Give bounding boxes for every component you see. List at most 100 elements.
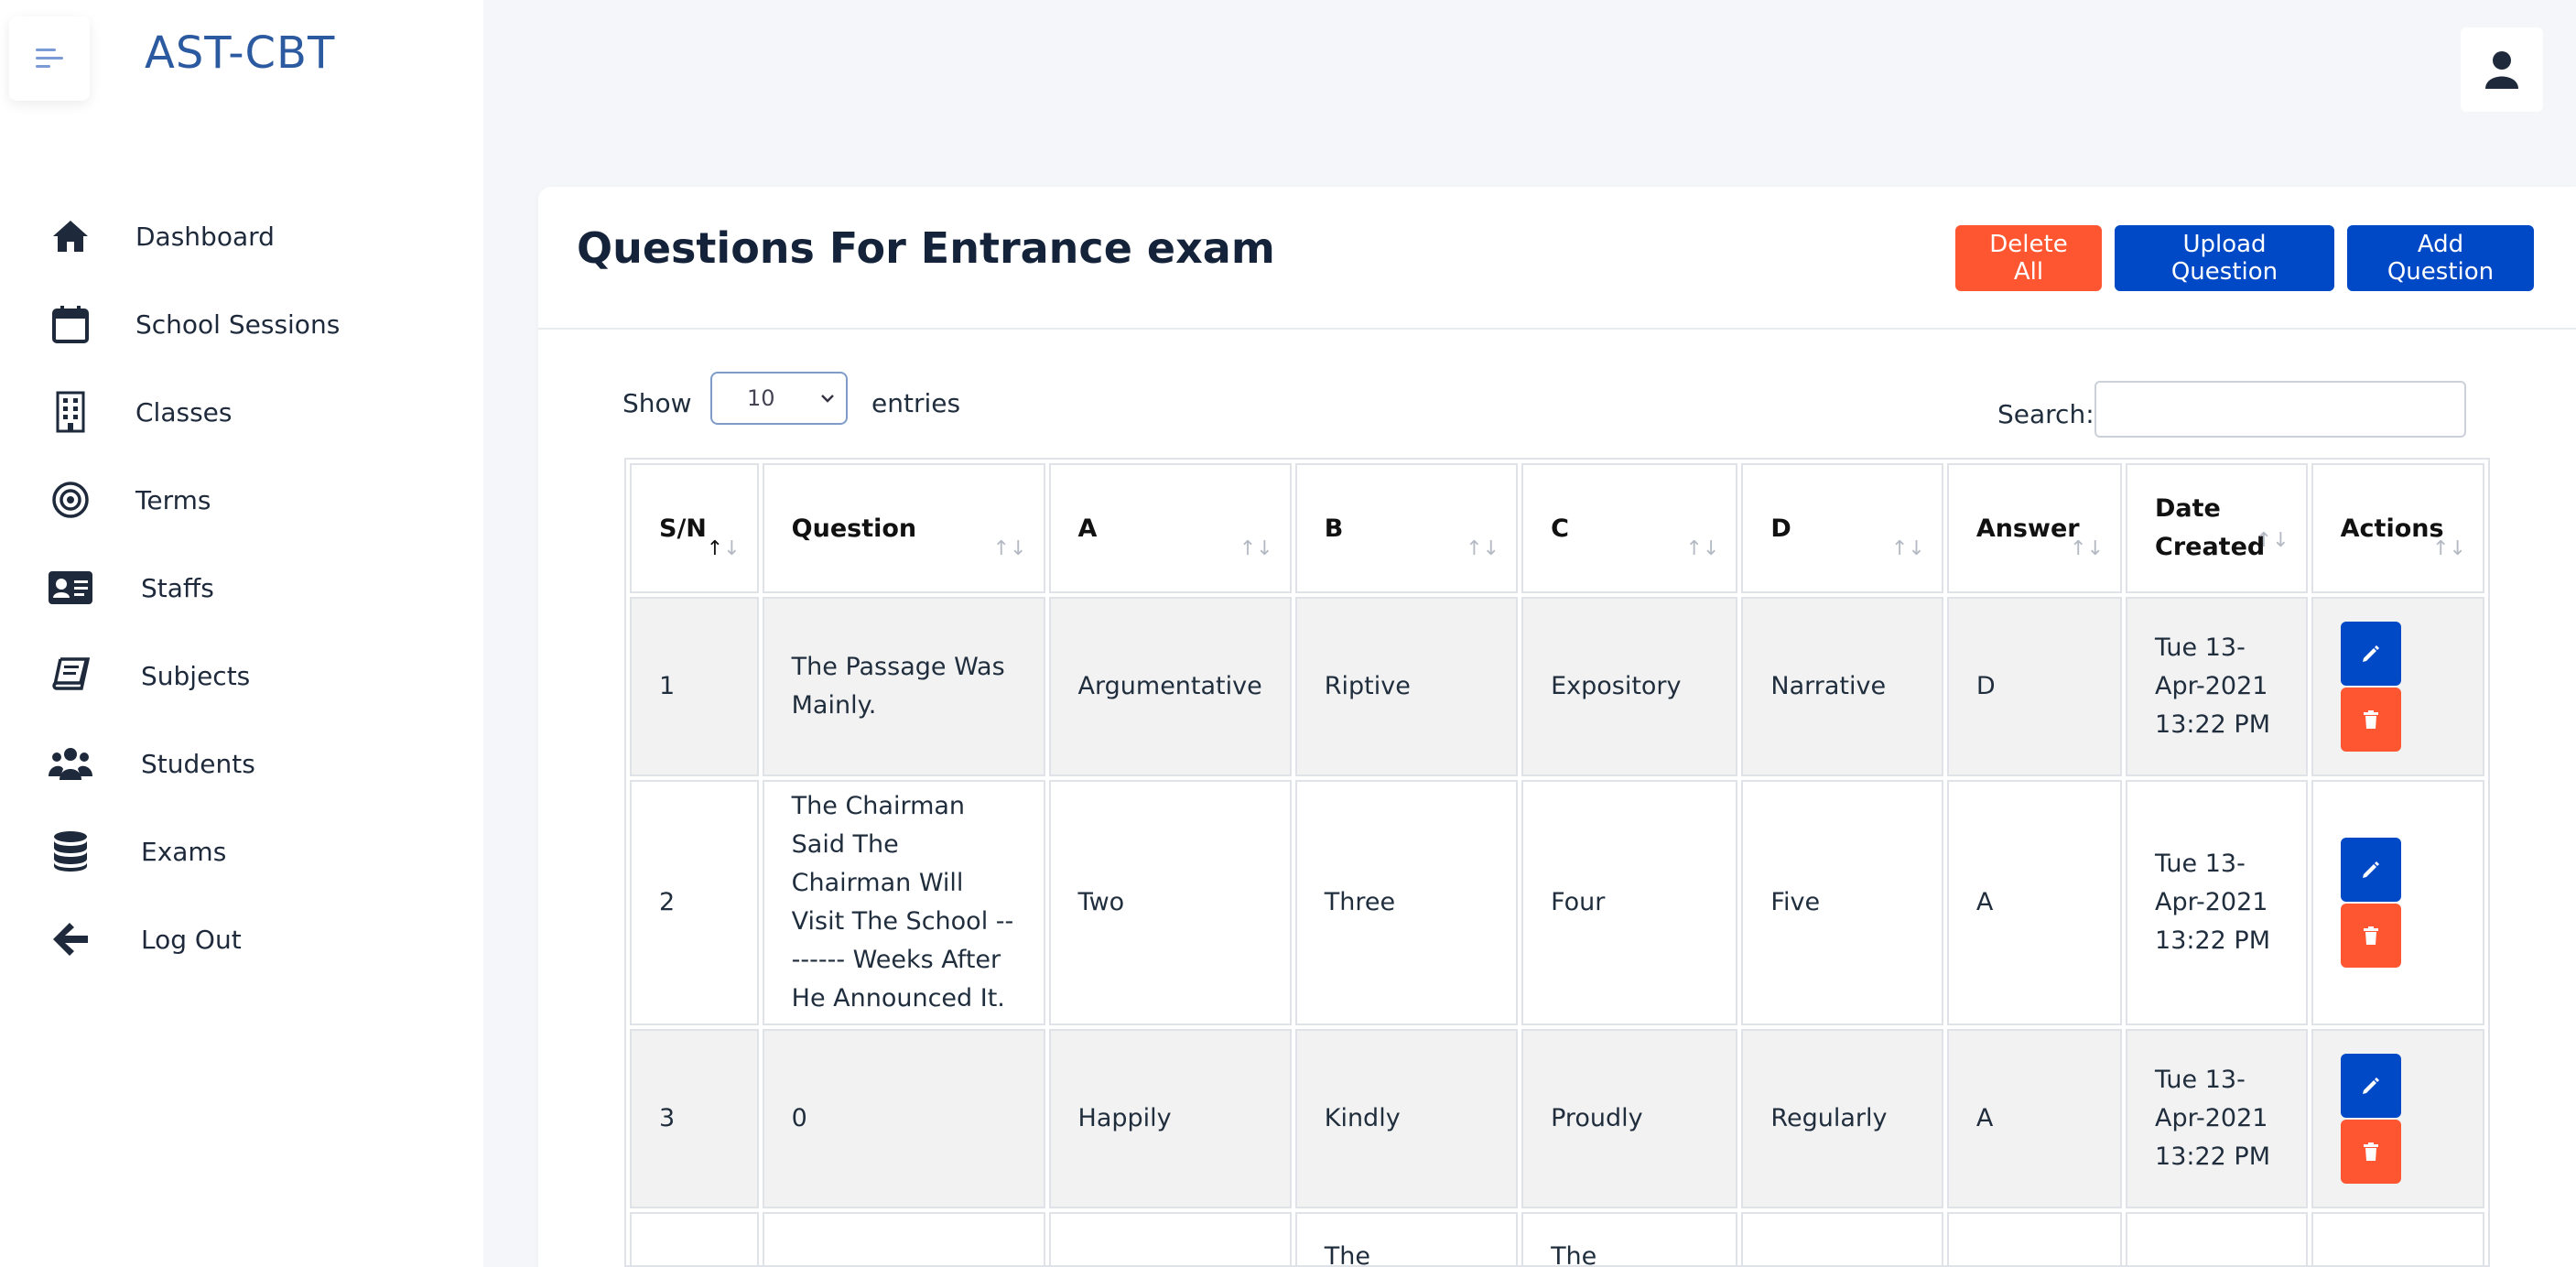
brand-title: AST-CBT (145, 27, 336, 79)
sidebar-item-dashboard[interactable]: Dashboard (0, 192, 483, 280)
column-header-b[interactable]: B ↑↓ (1294, 463, 1519, 593)
trash-icon (2363, 1142, 2378, 1161)
column-header-question[interactable]: Question ↑↓ (762, 463, 1045, 593)
user-icon (2485, 51, 2518, 89)
edit-button[interactable] (2340, 838, 2401, 902)
home-icon (48, 213, 93, 259)
search-input[interactable] (2094, 381, 2466, 438)
column-header-date-created[interactable]: Date Created ↑↓ (2126, 463, 2308, 593)
cell-date (2126, 1212, 2308, 1265)
sidebar-item-label: Students (141, 748, 255, 779)
sidebar-item-subjects[interactable]: Subjects (0, 632, 483, 720)
table-header-row: S/N ↑↓ Question ↑↓ A ↑↓ B ↑↓ C ↑↓ D ↑↓ Answer ↑… (630, 463, 2484, 593)
show-label: Show (622, 388, 692, 418)
sidebar-item-label: Terms (135, 484, 211, 515)
sidebar-item-label: Classes (135, 396, 233, 428)
sidebar: AST-CBT Dashboard School Sessions Classe… (0, 0, 483, 1267)
cell-answer: A (1946, 780, 2123, 1025)
sidebar-item-label: Dashboard (135, 221, 275, 252)
entries-select[interactable]: 10 (710, 372, 848, 425)
sidebar-item-staffs[interactable]: Staffs (0, 544, 483, 632)
edit-button[interactable] (2340, 622, 2401, 686)
column-header-a[interactable]: A ↑↓ (1048, 463, 1292, 593)
arrow-left-icon (48, 916, 93, 962)
column-header-sn[interactable]: S/N ↑↓ (630, 463, 759, 593)
cell-a (1048, 1212, 1292, 1265)
pencil-icon (2362, 861, 2379, 878)
cell-date: Tue 13-Apr-2021 13:22 PM (2126, 1029, 2308, 1208)
questions-table: S/N ↑↓ Question ↑↓ A ↑↓ B ↑↓ C ↑↓ D ↑↓ Answer ↑… (626, 460, 2488, 1265)
cell-c: Proudly (1521, 1029, 1738, 1208)
user-menu-button[interactable] (2461, 27, 2543, 112)
cell-b: Three (1294, 780, 1519, 1025)
cell-a: Two (1048, 780, 1292, 1025)
cell-answer (1946, 1212, 2123, 1265)
cell-b: Riptive (1294, 597, 1519, 776)
cell-c: Expository (1521, 597, 1738, 776)
table-row: The Chairman The (630, 1212, 2484, 1265)
delete-all-button[interactable]: Delete All (1955, 225, 2102, 291)
sort-icon: ↑↓ (992, 537, 1027, 560)
sort-icon: ↑↓ (2255, 529, 2289, 552)
target-icon (48, 477, 93, 523)
sidebar-item-label: Log Out (141, 924, 242, 955)
sidebar-item-label: Staffs (141, 572, 214, 603)
page-title: Questions For Entrance exam (577, 223, 1275, 273)
cell-sn: 3 (630, 1029, 759, 1208)
delete-button[interactable] (2340, 1120, 2401, 1184)
column-header-actions[interactable]: Actions ↑↓ (2311, 463, 2484, 593)
cell-date: Tue 13-Apr-2021 13:22 PM (2126, 597, 2308, 776)
table-row: 2 The Chairman Said The Chairman Will Vi… (630, 780, 2484, 1025)
database-icon (48, 828, 93, 874)
table-controls: Show 10 entries Search: (538, 330, 2576, 463)
cell-d: Narrative (1741, 597, 1943, 776)
search-label: Search: (1997, 399, 2094, 429)
add-question-button[interactable]: Add Question (2347, 225, 2534, 291)
cell-b: Kindly (1294, 1029, 1519, 1208)
upload-question-button[interactable]: Upload Question (2115, 225, 2334, 291)
sort-icon: ↑↓ (1685, 537, 1720, 560)
cell-c: The (1521, 1212, 1738, 1265)
trash-icon (2363, 710, 2378, 729)
cell-question: The Passage Was Mainly. (762, 597, 1045, 776)
column-header-answer[interactable]: Answer ↑↓ (1946, 463, 2123, 593)
cell-actions (2311, 1029, 2484, 1208)
menu-toggle-button[interactable] (9, 16, 90, 101)
sidebar-item-students[interactable]: Students (0, 720, 483, 807)
sidebar-item-exams[interactable]: Exams (0, 807, 483, 895)
sidebar-item-terms[interactable]: Terms (0, 456, 483, 544)
cell-sn: 2 (630, 780, 759, 1025)
cell-sn: 1 (630, 597, 759, 776)
chevron-down-icon (821, 395, 834, 403)
sort-icon: ↑↓ (2432, 537, 2466, 560)
delete-button[interactable] (2340, 904, 2401, 968)
cell-date: Tue 13-Apr-2021 13:22 PM (2126, 780, 2308, 1025)
trash-icon (2363, 926, 2378, 945)
card-header: Questions For Entrance exam Delete All U… (538, 187, 2576, 330)
id-card-icon (48, 565, 93, 611)
cell-answer: A (1946, 1029, 2123, 1208)
entries-value: 10 (747, 385, 775, 411)
sidebar-item-label: School Sessions (135, 309, 341, 340)
cell-a: Happily (1048, 1029, 1292, 1208)
edit-button[interactable] (2340, 1054, 2401, 1118)
sidebar-item-label: Exams (141, 836, 227, 867)
sort-icon: ↑↓ (1466, 537, 1500, 560)
pencil-icon (2362, 645, 2379, 662)
cell-sn (630, 1212, 759, 1265)
cell-question: 0 (762, 1029, 1045, 1208)
sidebar-item-logout[interactable]: Log Out (0, 895, 483, 983)
users-icon (48, 741, 93, 786)
menu-icon (36, 49, 63, 68)
sort-icon: ↑↓ (1890, 537, 1925, 560)
column-header-c[interactable]: C ↑↓ (1521, 463, 1738, 593)
column-header-d[interactable]: D ↑↓ (1741, 463, 1943, 593)
sidebar-item-classes[interactable]: Classes (0, 368, 483, 456)
building-icon (48, 389, 93, 435)
delete-button[interactable] (2340, 688, 2401, 752)
cell-answer: D (1946, 597, 2123, 776)
sidebar-item-school-sessions[interactable]: School Sessions (0, 280, 483, 368)
sidebar-item-label: Subjects (141, 660, 251, 691)
entries-label: entries (871, 388, 961, 418)
table-row: 1 The Passage Was Mainly. Argumentative … (630, 597, 2484, 776)
